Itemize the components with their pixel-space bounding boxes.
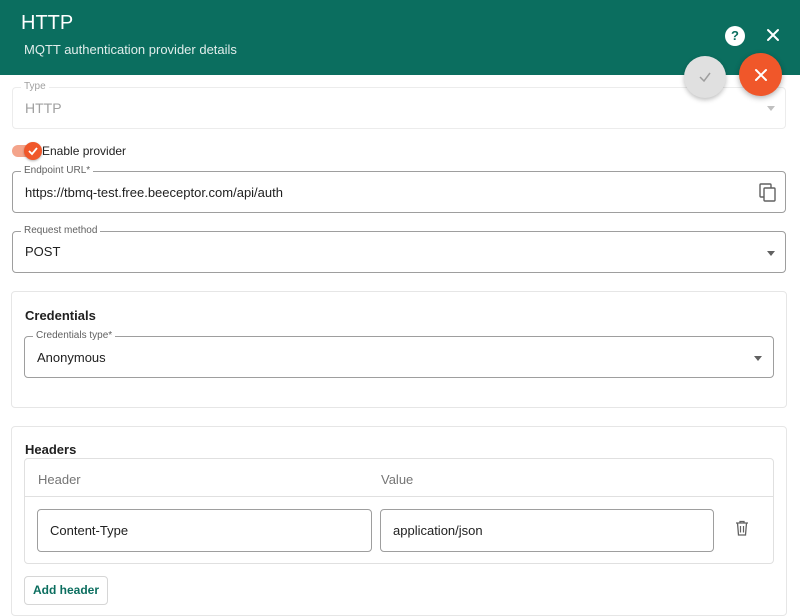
close-icon[interactable] — [762, 24, 784, 46]
save-button[interactable] — [684, 56, 726, 98]
request-method-label: Request method — [21, 225, 101, 236]
add-header-button[interactable]: Add header — [24, 576, 108, 605]
credentials-type-label: Credentials type* — [33, 330, 116, 341]
table-divider — [25, 496, 773, 497]
column-header-value: Value — [381, 472, 414, 487]
enable-provider-label: Enable provider — [42, 144, 127, 158]
dialog-title: HTTP — [21, 12, 74, 34]
endpoint-url-label: Endpoint URL* — [21, 165, 94, 176]
credentials-type-select[interactable]: Credentials type* Anonymous — [24, 330, 774, 378]
chevron-down-icon — [754, 356, 762, 361]
trash-icon[interactable] — [735, 520, 749, 541]
type-select: Type HTTP — [12, 81, 786, 129]
dialog-header: HTTP MQTT authentication provider detail… — [0, 0, 800, 75]
check-icon — [699, 72, 711, 83]
type-label: Type — [21, 81, 49, 92]
chevron-down-icon — [767, 251, 775, 256]
type-value: HTTP — [25, 100, 62, 116]
headers-table: Header Value Content-Type application/js… — [24, 458, 774, 564]
column-header-header: Header — [38, 472, 81, 487]
headers-title: Headers — [25, 442, 77, 457]
endpoint-url-value: https://tbmq-test.free.beeceptor.com/api… — [25, 185, 283, 200]
endpoint-url-field[interactable]: Endpoint URL* https://tbmq-test.free.bee… — [12, 165, 786, 213]
close-icon — [754, 68, 767, 81]
credentials-title: Credentials — [25, 308, 96, 323]
check-icon — [28, 147, 38, 156]
enable-provider-toggle[interactable] — [12, 142, 42, 160]
request-method-value: POST — [25, 244, 61, 259]
help-icon[interactable]: ? — [725, 26, 745, 46]
header-name-input[interactable]: Content-Type — [37, 509, 372, 552]
toggle-knob — [24, 142, 42, 160]
request-method-select[interactable]: Request method POST — [12, 225, 786, 273]
dialog-subtitle: MQTT authentication provider details — [24, 42, 237, 57]
copy-icon[interactable] — [759, 183, 777, 208]
chevron-down-icon — [767, 106, 775, 111]
credentials-type-value: Anonymous — [37, 350, 106, 365]
cancel-button[interactable] — [739, 53, 782, 96]
header-value-input[interactable]: application/json — [380, 509, 714, 552]
